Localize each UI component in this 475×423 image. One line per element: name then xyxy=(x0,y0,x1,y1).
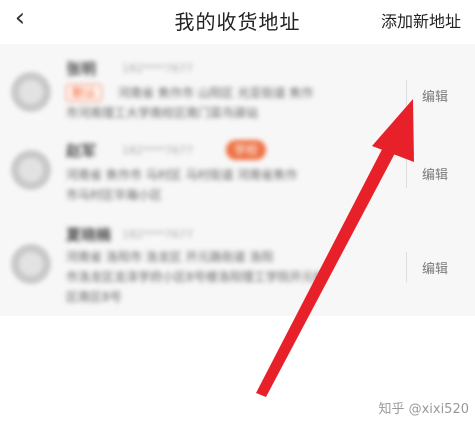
divider xyxy=(406,80,407,110)
recipient-name: 夏晓楠 xyxy=(66,226,112,244)
address-line: 河南省 焦作市 山阳区 光亚街道 焦作 xyxy=(118,86,314,100)
address-line: 市马村区华瀚小区 xyxy=(66,188,163,202)
avatar xyxy=(11,72,51,112)
address-line: 河南省 洛阳市 洛龙区 开元路街道 洛阳 xyxy=(66,250,274,264)
recipient-phone: 182****7677 xyxy=(122,228,193,241)
address-item[interactable]: 赵军 182****7677 学校 河南省 焦作市 马村区 马村街道 河南省焦作… xyxy=(0,134,475,218)
recipient-name: 赵军 xyxy=(66,142,97,160)
edit-button[interactable]: 编辑 xyxy=(422,258,448,277)
divider xyxy=(406,158,407,188)
recipient-name: 张明 xyxy=(66,60,97,78)
edit-button[interactable]: 编辑 xyxy=(422,86,448,105)
top-bar: ‹ 我的收货地址 添加新地址 xyxy=(0,0,475,36)
address-line: 市洛龙区龙泽学府小区8号楼洛阳理工学院开元校 xyxy=(66,270,326,284)
address-item[interactable]: 张明 182****7677 默认 河南省 焦作市 山阳区 光亚街道 焦作 市河… xyxy=(0,50,475,134)
address-tag-badge: 学校 xyxy=(226,140,267,160)
address-line: 区南区8号 xyxy=(66,290,122,304)
avatar xyxy=(11,150,51,190)
address-item[interactable]: 夏晓楠 182****7677 河南省 洛阳市 洛龙区 开元路街道 洛阳 市洛龙… xyxy=(0,218,475,314)
recipient-phone: 182****7677 xyxy=(122,62,193,75)
add-new-address-button[interactable]: 添加新地址 xyxy=(381,8,461,32)
address-list: 张明 182****7677 默认 河南省 焦作市 山阳区 光亚街道 焦作 市河… xyxy=(0,44,475,316)
default-badge: 默认 xyxy=(66,84,103,102)
recipient-phone: 182****7677 xyxy=(122,144,193,157)
address-line: 市河南理工大学南校区南门菜鸟驿站 xyxy=(66,106,259,120)
address-line: 河南省 焦作市 马村区 马村街道 河南省焦作 xyxy=(66,168,298,182)
watermark: 知乎 @xixi520 xyxy=(378,402,469,417)
divider xyxy=(406,252,407,282)
edit-button[interactable]: 编辑 xyxy=(422,164,448,183)
avatar xyxy=(11,244,51,284)
